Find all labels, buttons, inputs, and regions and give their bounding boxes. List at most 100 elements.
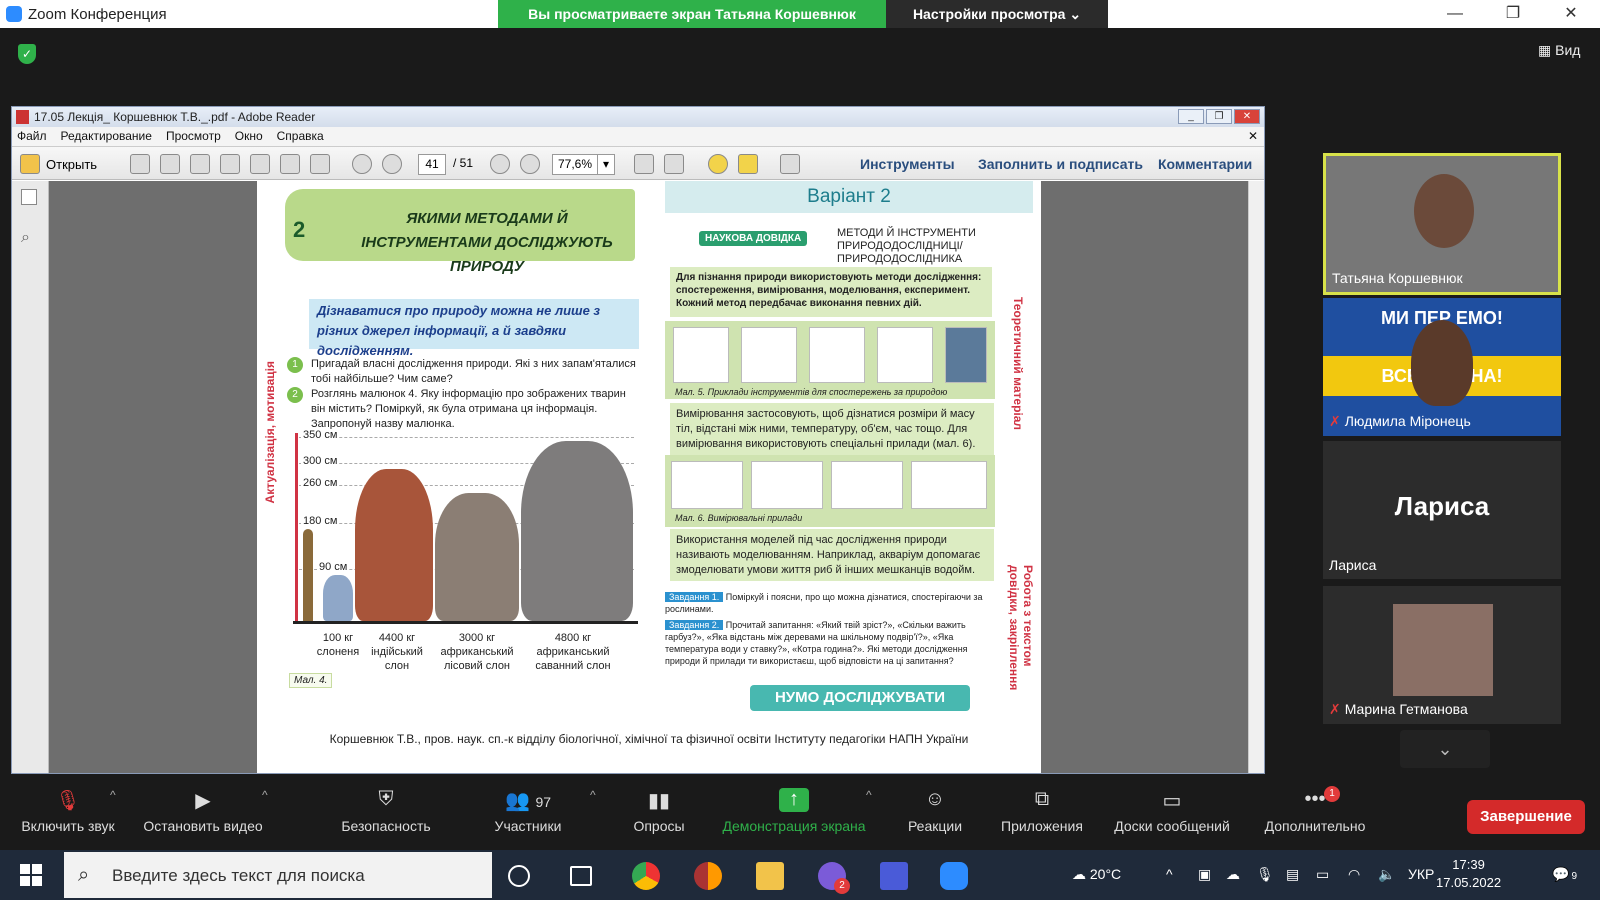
comment-icon[interactable] [708, 154, 728, 174]
tray-chevron-icon[interactable]: ^ [1166, 866, 1173, 882]
email-icon[interactable] [310, 154, 330, 174]
scroll-down-button[interactable]: ⌄ [1400, 730, 1490, 768]
apps-button[interactable]: ⧉ Приложения [992, 780, 1092, 850]
tray-device-icon[interactable]: ▤ [1286, 866, 1299, 883]
bar-chart-icon: ▮▮ [647, 790, 670, 812]
adobe-close-button[interactable]: ✕ [1234, 109, 1260, 124]
tools-link[interactable]: Инструменты [860, 156, 955, 172]
save-icon[interactable] [250, 154, 270, 174]
floppy-app-icon[interactable] [880, 862, 908, 890]
adobe-minimize-button[interactable]: _ [1178, 109, 1204, 124]
whiteboards-label: Доски сообщений [1114, 818, 1230, 834]
adobe-restore-button[interactable]: ❐ [1206, 109, 1232, 124]
pages-panel-icon[interactable] [21, 189, 37, 205]
end-meeting-button[interactable]: Завершение [1467, 800, 1585, 834]
participant-video-3[interactable]: Лариса Лариса [1323, 441, 1561, 579]
zoom-taskbar-icon[interactable] [940, 862, 968, 890]
tray-network-drive-icon[interactable]: ☁ [1226, 866, 1240, 883]
participant-video-2[interactable]: МИ ПЕР ЕМО! ВСЕ БУ АЇНА! ✗Людмила Міроне… [1323, 298, 1561, 436]
zoom-level-input[interactable]: 77,6% [552, 154, 598, 175]
more-dots-icon: ••• [1304, 788, 1326, 810]
task-view-icon[interactable] [570, 866, 592, 886]
view-button[interactable]: ▦ Вид [1538, 42, 1580, 59]
menu-edit[interactable]: Редактирование [61, 127, 152, 146]
start-button[interactable] [20, 864, 42, 886]
viber-icon[interactable]: 2 [818, 862, 850, 894]
participant-video-1[interactable]: Татьяна Коршевнюк [1323, 153, 1561, 295]
export-pdf-icon[interactable] [160, 154, 180, 174]
language-indicator[interactable]: УКР [1408, 866, 1434, 882]
shield-icon[interactable]: ✓ [18, 44, 36, 64]
whiteboards-button[interactable]: ▭ Доски сообщений [1106, 780, 1238, 850]
audio-options-caret[interactable]: ^ [110, 788, 116, 802]
video-options-caret[interactable]: ^ [262, 788, 268, 802]
pdf-footer: Коршевнюк Т.В., пров. наук. сп.-к відділ… [329, 732, 969, 746]
attachments-icon[interactable]: ⌕ [21, 229, 37, 246]
edit-pdf-icon[interactable] [190, 154, 210, 174]
menu-view[interactable]: Просмотр [166, 127, 221, 146]
tray-mic-icon[interactable]: 🎙 [1256, 866, 1274, 883]
participants-options-caret[interactable]: ^ [590, 788, 596, 802]
animal-label-savanna: 4800 кг африканський саванний слон [525, 631, 621, 673]
weather-widget[interactable]: ☁ 20°C [1072, 866, 1121, 883]
doc-close-icon[interactable]: ✕ [1248, 127, 1258, 146]
zoom-out-icon[interactable] [490, 154, 510, 174]
side-label-work: Робота з текстом довідки, закріплення [1007, 565, 1035, 691]
more-button[interactable]: ••• 1 Дополнительно [1256, 780, 1374, 850]
menu-file[interactable]: Файл [17, 127, 47, 146]
menu-help[interactable]: Справка [277, 127, 324, 146]
animal-label-calf: 100 кг слоненя [313, 631, 363, 659]
chrome-icon[interactable] [632, 862, 660, 890]
view-options-button[interactable]: Настройки просмотра ⌄ [886, 0, 1108, 28]
close-button[interactable]: ✕ [1548, 0, 1594, 28]
share-screen-button[interactable]: ↑ Демонстрация экрана [714, 780, 874, 850]
print-icon[interactable] [280, 154, 300, 174]
unmute-button[interactable]: 🎙 Включить звук [10, 780, 126, 850]
page-number-input[interactable]: 41 [418, 154, 446, 175]
restore-button[interactable]: ❐ [1490, 0, 1536, 28]
sign-icon[interactable] [738, 154, 758, 174]
zoom-controls-bar: 🎙 Включить звук ^ ▶ Остановить видео ^ ⛨ Бе… [0, 780, 1600, 850]
zoom-dropdown-icon[interactable]: ▾ [597, 154, 615, 175]
wifi-icon[interactable]: ◠ [1348, 866, 1360, 883]
participant-avatar [1393, 604, 1493, 696]
reactions-button[interactable]: ☺ Реакции [900, 780, 970, 850]
reference-title: МЕТОДИ Й ІНСТРУМЕНТИ ПРИРОДОДОСЛІДНИЦІ/ … [837, 227, 976, 265]
gridline-350 [299, 437, 634, 438]
security-button[interactable]: ⛨ Безопасность [336, 780, 436, 850]
tray-meet-icon[interactable]: ▣ [1198, 866, 1211, 883]
volume-icon[interactable]: 🔈 [1378, 866, 1395, 883]
page-down-icon[interactable] [382, 154, 402, 174]
zoom-in-icon[interactable] [520, 154, 540, 174]
participant-video-4[interactable]: ✗ Марина Гетманова [1323, 586, 1561, 724]
cortana-icon[interactable] [508, 865, 530, 887]
vertical-scrollbar[interactable] [1248, 181, 1264, 773]
fill-sign-link[interactable]: Заполнить и подписать [978, 156, 1143, 172]
yandex-browser-icon[interactable] [694, 862, 722, 890]
open-button[interactable]: Открыть [20, 154, 97, 174]
grid-icon: ▦ [1538, 42, 1552, 58]
pdf-icon [16, 110, 29, 124]
fit-width-icon[interactable] [634, 154, 654, 174]
minimize-button[interactable]: — [1432, 0, 1478, 28]
taskbar-clock[interactable]: 17:39 17.05.2022 [1436, 856, 1501, 892]
animal-weight: 100 кг [322, 632, 354, 644]
polls-button[interactable]: ▮▮ Опросы [626, 780, 692, 850]
taskbar-search[interactable]: ⌕ Введите здесь текст для поиска [64, 852, 492, 898]
menu-window[interactable]: Окно [235, 127, 263, 146]
binoculars-image [741, 327, 797, 383]
share-options-caret[interactable]: ^ [866, 788, 872, 802]
file-explorer-icon[interactable] [756, 862, 784, 890]
notifications-icon[interactable]: 💬 9 [1552, 866, 1577, 883]
cloud-upload-icon[interactable] [220, 154, 240, 174]
participants-button[interactable]: 👥 97 Участники [488, 780, 568, 850]
variant-title: Варіант 2 [665, 181, 1033, 213]
fullscreen-icon[interactable] [780, 154, 800, 174]
create-pdf-icon[interactable] [130, 154, 150, 174]
fit-page-icon[interactable] [664, 154, 684, 174]
battery-icon[interactable]: ▭ [1316, 866, 1329, 883]
page-up-icon[interactable] [352, 154, 372, 174]
comments-link[interactable]: Комментарии [1158, 156, 1252, 172]
reference-text: Для пізнання природи використовують мето… [670, 267, 992, 317]
stop-video-button[interactable]: ▶ Остановить видео [136, 780, 270, 850]
